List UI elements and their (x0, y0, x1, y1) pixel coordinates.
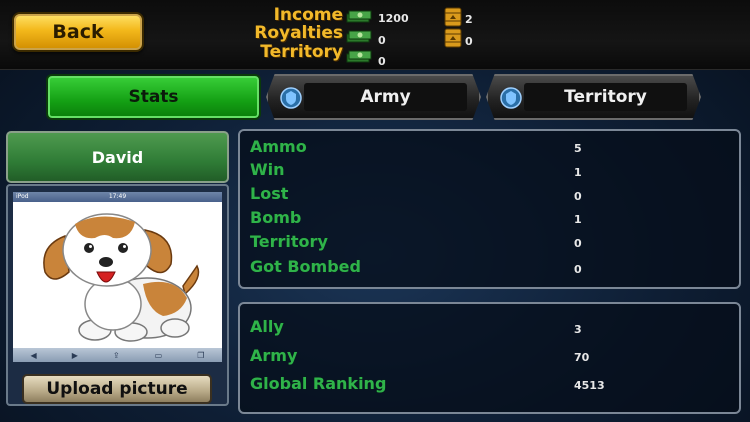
summary-label-army: Army (250, 346, 298, 365)
stats-panel: Ammo 5 Win 1 Lost 0 Bomb 1 Territory 0 G… (238, 129, 741, 289)
barrel-bottom-value: 0 (465, 35, 473, 48)
shield-icon (280, 87, 302, 109)
territory-header-label: Territory (260, 42, 343, 62)
back-arrow-icon: ◀ (30, 350, 37, 360)
phone-toolbar: ◀ ▶ ⇪ ▭ ❐ (13, 348, 222, 362)
oil-barrel-icon (444, 28, 462, 48)
stat-label-got-bombed: Got Bombed (250, 257, 361, 276)
summary-value-ally: 3 (574, 323, 582, 336)
summary-value-army: 70 (574, 351, 590, 364)
phone-carrier: iPod (16, 193, 29, 200)
player-name: David (6, 131, 229, 183)
stat-value-territory: 0 (574, 237, 582, 250)
stat-label-territory: Territory (250, 232, 328, 251)
phone-status-bar: iPod 17:49 (13, 192, 222, 202)
stat-label-bomb: Bomb (250, 208, 302, 227)
territory-header-value: 0 (378, 55, 386, 68)
shield-icon (500, 87, 522, 109)
back-button[interactable]: Back (12, 12, 144, 52)
profile-picture: iPod 17:49 ◀ ▶ ⇪ ▭ ❐ (13, 192, 222, 362)
stat-value-got-bombed: 0 (574, 263, 582, 276)
oil-barrel-icon (444, 7, 462, 27)
stat-value-lost: 0 (574, 190, 582, 203)
summary-label-global-ranking: Global Ranking (250, 374, 387, 393)
cash-stack-icon (346, 10, 372, 23)
forward-arrow-icon: ▶ (71, 350, 78, 360)
stat-value-win: 1 (574, 166, 582, 179)
share-icon: ⇪ (112, 350, 120, 360)
dog-illustration (43, 213, 200, 342)
barrel-top-value: 2 (465, 13, 473, 26)
phone-time: 17:49 (108, 193, 127, 200)
profile-picture-panel: iPod 17:49 ◀ ▶ ⇪ ▭ ❐ Upload picture (6, 184, 229, 406)
summary-label-ally: Ally (250, 317, 284, 336)
income-value: 1200 (378, 12, 409, 25)
stat-label-lost: Lost (250, 184, 289, 203)
summary-panel: Ally 3 Army 70 Global Ranking 4513 (238, 302, 741, 414)
summary-value-global-ranking: 4513 (574, 379, 605, 392)
tab-stats[interactable]: Stats (46, 74, 261, 120)
upload-picture-button[interactable]: Upload picture (22, 374, 212, 404)
bookmarks-icon: ▭ (154, 350, 163, 360)
top-bar: Back Income 1200 Royalties 0 Territory 0 (0, 0, 750, 70)
game-screen: Back Income 1200 Royalties 0 Territory 0 (0, 0, 750, 422)
tab-army-label: Army (360, 87, 411, 107)
royalties-label: Royalties (254, 23, 343, 43)
cash-stack-icon (346, 30, 372, 43)
cash-stack-icon (346, 50, 372, 63)
royalties-value: 0 (378, 34, 386, 47)
income-label: Income (273, 5, 343, 25)
stat-label-ammo: Ammo (250, 137, 307, 156)
stat-value-bomb: 1 (574, 213, 582, 226)
tabs-icon: ❐ (197, 350, 205, 360)
tab-territory-label: Territory (564, 87, 647, 107)
stat-value-ammo: 5 (574, 142, 582, 155)
stat-label-win: Win (250, 160, 285, 179)
tab-army[interactable]: Army (266, 74, 481, 120)
tab-territory[interactable]: Territory (486, 74, 701, 120)
